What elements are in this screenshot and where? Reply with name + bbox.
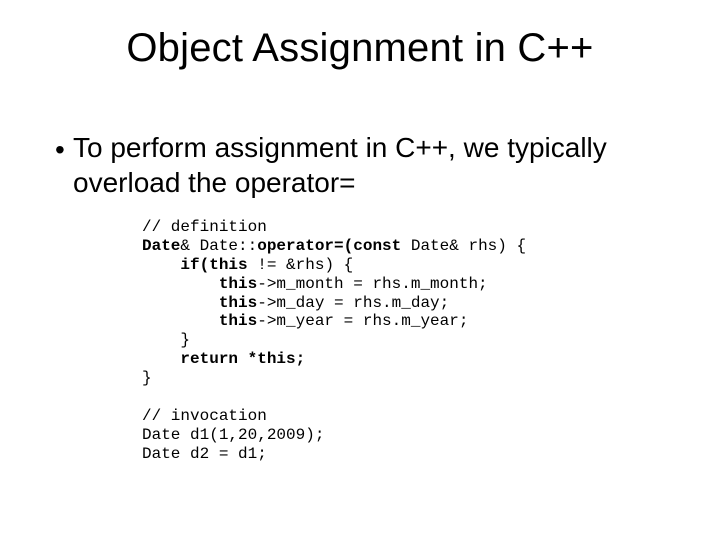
code-text bbox=[142, 294, 219, 312]
slide: Object Assignment in C++ • To perform as… bbox=[0, 0, 720, 540]
code-text: Date d1(1,20,2009); bbox=[142, 426, 324, 444]
code-text bbox=[142, 256, 180, 274]
code-comment: // invocation bbox=[142, 407, 267, 425]
bullet-item: • To perform assignment in C++, we typic… bbox=[55, 130, 675, 200]
code-kw: this bbox=[219, 294, 257, 312]
code-text: ->m_month = rhs.m_month; bbox=[257, 275, 487, 293]
code-text: ->m_day = rhs.m_day; bbox=[257, 294, 449, 312]
slide-title: Object Assignment in C++ bbox=[0, 26, 720, 71]
code-text: } bbox=[142, 369, 152, 387]
code-text bbox=[142, 312, 219, 330]
code-text: Date d2 = d1; bbox=[142, 445, 267, 463]
code-kw: Date bbox=[142, 237, 180, 255]
code-text bbox=[142, 275, 219, 293]
code-block: // definition Date& Date::operator=(cons… bbox=[142, 218, 526, 463]
code-text: } bbox=[142, 331, 190, 349]
code-kw: this bbox=[219, 312, 257, 330]
code-comment: // definition bbox=[142, 218, 267, 236]
code-kw: if(this bbox=[180, 256, 247, 274]
code-text: != &rhs) { bbox=[248, 256, 354, 274]
bullet-marker: • bbox=[55, 130, 73, 167]
code-kw: this bbox=[219, 275, 257, 293]
code-kw: operator=(const bbox=[257, 237, 401, 255]
code-text: Date& rhs) { bbox=[401, 237, 526, 255]
slide-body: • To perform assignment in C++, we typic… bbox=[55, 130, 675, 200]
code-text: & Date:: bbox=[180, 237, 257, 255]
bullet-text: To perform assignment in C++, we typical… bbox=[73, 130, 675, 200]
code-kw: return *this; bbox=[180, 350, 305, 368]
code-text: ->m_year = rhs.m_year; bbox=[257, 312, 468, 330]
code-text bbox=[142, 350, 180, 368]
